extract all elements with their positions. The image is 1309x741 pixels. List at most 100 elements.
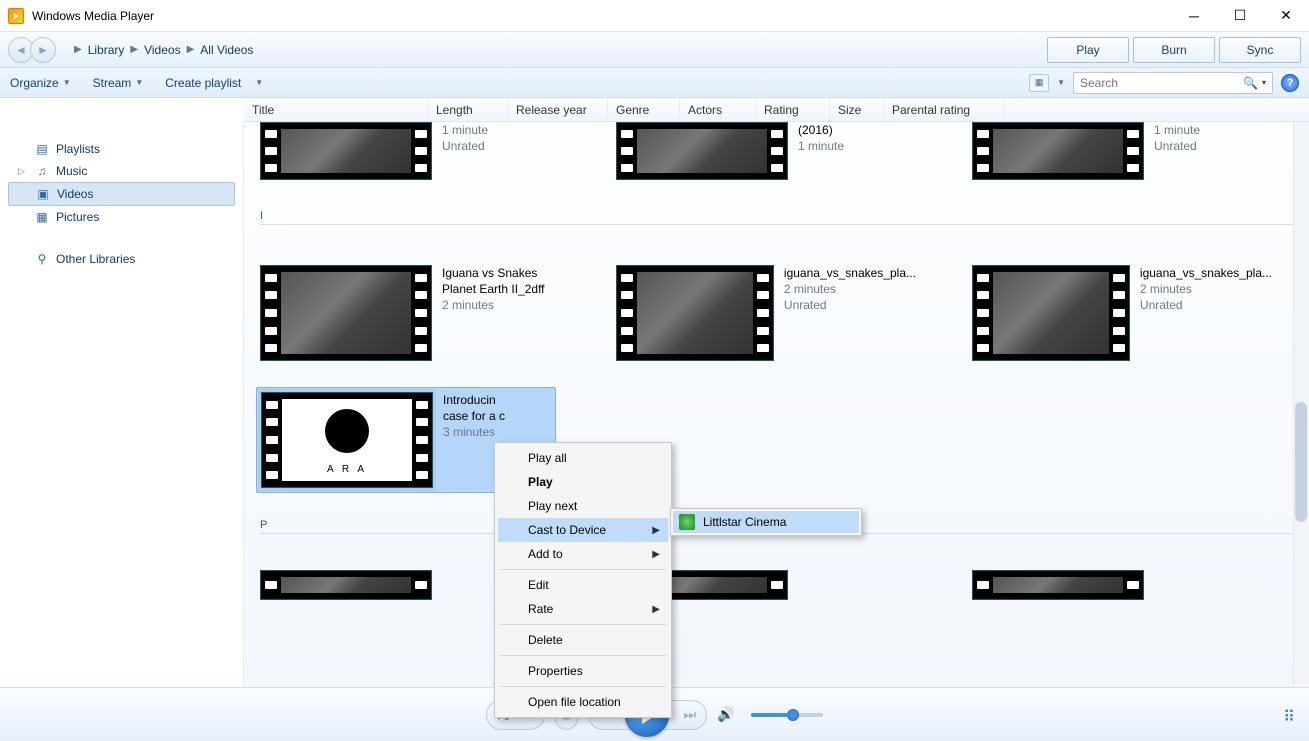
chevron-right-icon: ▶ — [652, 549, 660, 560]
ctx-rate[interactable]: Rate▶ — [498, 597, 668, 621]
window-controls: ─ ☐ ✕ — [1171, 0, 1309, 32]
col-rating[interactable]: Rating — [756, 98, 830, 121]
video-meta: 1 minute Unrated — [442, 122, 488, 180]
col-size[interactable]: Size — [830, 98, 884, 121]
search-drop-icon[interactable]: ▾ — [1262, 78, 1266, 87]
toolbar: Organize▼ Stream▼ Create playlist▼ ▦ ▼ 🔍… — [0, 68, 1309, 98]
maximize-button[interactable]: ☐ — [1217, 0, 1263, 32]
help-button[interactable]: ? — [1281, 74, 1299, 92]
search-input[interactable] — [1080, 76, 1239, 90]
nav-music[interactable]: ▷♫Music — [8, 160, 235, 182]
app-icon — [8, 8, 24, 24]
forward-button[interactable]: ► — [30, 37, 56, 63]
tab-burn[interactable]: Burn — [1133, 37, 1215, 63]
video-meta: 1 minute Unrated — [1154, 122, 1200, 180]
video-meta: (2016) 1 minute — [798, 122, 844, 180]
separator — [500, 624, 666, 625]
context-menu: Play all Play Play next Cast to Device▶ … — [494, 442, 672, 718]
close-button[interactable]: ✕ — [1263, 0, 1309, 32]
video-item[interactable]: Iguana vs Snakes Planet Earth II_2dff 2 … — [260, 265, 560, 361]
search-box[interactable]: 🔍 ▾ — [1073, 72, 1273, 94]
video-thumb — [260, 570, 432, 600]
col-genre[interactable]: Genre — [608, 98, 680, 121]
video-row: 1 minute Unrated (2016) 1 minute — [244, 122, 1309, 180]
playlist-icon: ▤ — [34, 141, 50, 157]
chevron-icon: ▶ — [130, 44, 138, 55]
col-release[interactable]: Release year — [508, 98, 608, 121]
col-title[interactable]: Title — [244, 98, 428, 121]
col-length[interactable]: Length — [428, 98, 508, 121]
video-row — [244, 570, 1309, 610]
nav-other-libraries[interactable]: ⚲Other Libraries — [8, 248, 235, 270]
video-item[interactable]: iguana_vs_snakes_pla... 2 minutes Unrate… — [972, 265, 1272, 361]
tab-sync[interactable]: Sync — [1219, 37, 1301, 63]
col-parental[interactable]: Parental rating — [884, 98, 1004, 121]
view-options-button[interactable]: ▦ — [1029, 74, 1049, 92]
crumb-library[interactable]: Library — [88, 43, 125, 57]
scroll-thumb[interactable] — [1295, 402, 1307, 522]
organize-menu[interactable]: Organize▼ — [10, 76, 71, 90]
video-icon: ▣ — [35, 186, 51, 202]
video-item[interactable] — [972, 570, 1272, 610]
titlebar: Windows Media Player ─ ☐ ✕ — [0, 0, 1309, 32]
ctx-properties[interactable]: Properties — [498, 659, 668, 683]
ctx-edit[interactable]: Edit — [498, 573, 668, 597]
nav-back-forward: ◄ ► — [8, 37, 56, 63]
stream-menu[interactable]: Stream▼ — [93, 76, 144, 90]
video-item[interactable]: 1 minute Unrated — [972, 122, 1272, 180]
nav-playlists[interactable]: ▤Playlists — [8, 138, 235, 160]
ctx-play-all[interactable]: Play all — [498, 446, 668, 470]
tab-play[interactable]: Play — [1047, 37, 1129, 63]
group-header-i: I — [260, 210, 1309, 225]
nav-pictures[interactable]: ▦Pictures — [8, 206, 235, 228]
video-row: Iguana vs Snakes Planet Earth II_2dff 2 … — [244, 265, 1309, 361]
breadcrumb[interactable]: ▶ Library ▶ Videos ▶ All Videos — [74, 43, 253, 57]
nav-videos[interactable]: ▣Videos — [8, 182, 235, 206]
video-thumb — [260, 265, 432, 361]
video-thumb — [616, 265, 774, 361]
separator — [500, 655, 666, 656]
scrollbar[interactable] — [1293, 122, 1309, 687]
chevron-right-icon: ▶ — [652, 525, 660, 536]
chevron-right-icon: ▶ — [652, 604, 660, 615]
crumb-allvideos[interactable]: All Videos — [200, 43, 253, 57]
minimize-button[interactable]: ─ — [1171, 0, 1217, 32]
mode-tabs: Play Burn Sync — [1047, 37, 1301, 63]
ctx-cast-to-device[interactable]: Cast to Device▶ — [498, 518, 668, 542]
video-row: Introducin case for a c 3 minutes — [244, 391, 1309, 489]
navbar: ◄ ► ▶ Library ▶ Videos ▶ All Videos Play… — [0, 32, 1309, 68]
ctx-play[interactable]: Play — [498, 470, 668, 494]
switch-view-button[interactable]: ⠿ — [1283, 707, 1295, 727]
crumb-videos[interactable]: Videos — [144, 43, 180, 57]
network-icon: ⚲ — [34, 251, 50, 267]
ctx-delete[interactable]: Delete — [498, 628, 668, 652]
separator — [500, 569, 666, 570]
expand-icon[interactable]: ▷ — [18, 166, 28, 177]
view-drop-icon[interactable]: ▼ — [1057, 78, 1065, 87]
video-thumb — [260, 122, 432, 180]
separator — [500, 686, 666, 687]
ctx-add-to[interactable]: Add to▶ — [498, 542, 668, 566]
video-item[interactable]: iguana_vs_snakes_pla... 2 minutes Unrate… — [616, 265, 916, 361]
next-button[interactable]: ⏭ — [673, 706, 706, 723]
volume-thumb[interactable] — [787, 709, 799, 721]
video-item[interactable]: 1 minute Unrated — [260, 122, 560, 180]
video-grid: 1 minute Unrated (2016) 1 minute — [244, 122, 1309, 687]
col-actors[interactable]: Actors — [680, 98, 756, 121]
volume-slider[interactable] — [751, 713, 823, 717]
video-item[interactable]: (2016) 1 minute — [616, 122, 916, 180]
search-icon[interactable]: 🔍 — [1243, 76, 1258, 90]
create-playlist-menu[interactable]: Create playlist▼ — [165, 76, 263, 90]
chevron-icon: ▶ — [74, 44, 82, 55]
music-icon: ♫ — [34, 163, 50, 179]
ctx-open-location[interactable]: Open file location — [498, 690, 668, 714]
picture-icon: ▦ — [34, 209, 50, 225]
video-thumb — [972, 265, 1130, 361]
app-title: Windows Media Player — [32, 9, 154, 23]
mute-button[interactable]: 🔊 — [717, 706, 734, 723]
cast-device-item[interactable]: Littlstar Cinema — [673, 511, 859, 533]
ctx-play-next[interactable]: Play next — [498, 494, 668, 518]
video-meta: iguana_vs_snakes_pla... 2 minutes Unrate… — [784, 265, 916, 361]
video-thumb — [972, 122, 1144, 180]
device-icon — [679, 514, 695, 530]
